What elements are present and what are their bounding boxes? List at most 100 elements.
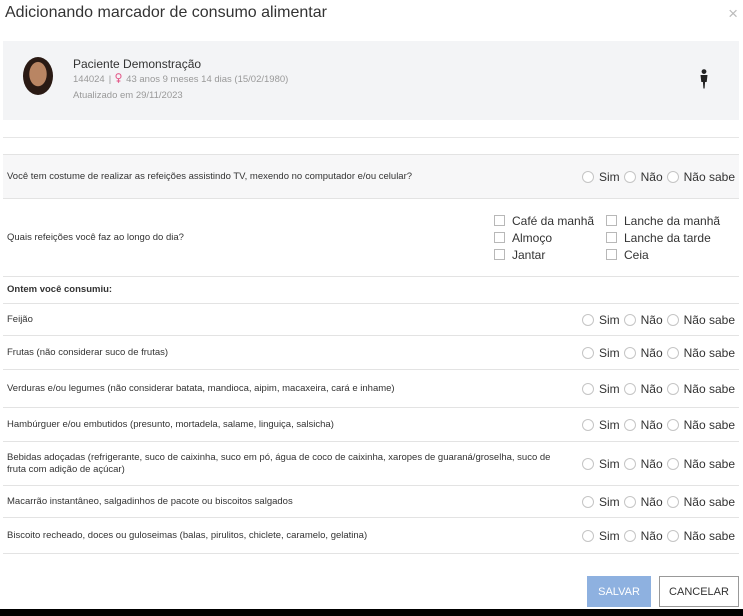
radio-option[interactable]: Sim — [581, 417, 620, 432]
radio-label: Não sabe — [683, 494, 735, 509]
radio-option[interactable]: Não — [623, 494, 663, 509]
radio-circle[interactable] — [666, 382, 679, 395]
radio-label: Sim — [598, 528, 620, 543]
meal-checkbox[interactable]: Almoço — [494, 231, 606, 245]
radio-circle[interactable] — [581, 382, 594, 395]
radio-option[interactable]: Não sabe — [666, 382, 735, 396]
question-text: Bebidas adoçadas (refrigerante, suco de … — [7, 451, 551, 475]
radio-circle[interactable] — [666, 170, 679, 183]
radio-circle[interactable] — [623, 346, 636, 359]
radio-option[interactable]: Não sabe — [666, 346, 735, 360]
radio-circle[interactable] — [623, 313, 636, 326]
modal-dialog: Adicionando marcador de consumo alimenta… — [0, 0, 743, 609]
radio-circle[interactable] — [623, 382, 636, 395]
radio-option[interactable]: Sim — [581, 457, 620, 471]
radio-circle[interactable] — [666, 529, 679, 542]
radio-label: Sim — [598, 417, 620, 432]
radio-circle[interactable] — [581, 313, 594, 326]
radio-circle[interactable] — [581, 346, 594, 359]
questionnaire: Você tem costume de realizar as refeiçõe… — [3, 154, 739, 554]
radio-circle[interactable] — [581, 418, 594, 431]
checkbox-label: Café da manhã — [512, 213, 595, 228]
radio-label: Sim — [598, 494, 620, 509]
radio-circle[interactable] — [623, 418, 636, 431]
question-row: Frutas (não considerar suco de frutas) Si… — [3, 336, 739, 370]
answer-radio-group: Sim Não Não sabe — [578, 418, 739, 432]
radio-option[interactable]: Sim — [581, 381, 620, 396]
radio-circle[interactable] — [581, 457, 594, 470]
patient-card: Paciente Demonstração 144024 | 43 anos 9… — [3, 41, 739, 120]
answer-radio-group: Sim Não Não sabe — [578, 529, 739, 543]
radio-label: Não — [640, 345, 663, 360]
radio-circle[interactable] — [666, 313, 679, 326]
radio-label: Não — [640, 528, 663, 543]
meal-checkbox[interactable]: Jantar — [494, 248, 606, 262]
divider — [3, 137, 739, 138]
radio-circle[interactable] — [666, 495, 679, 508]
radio-option[interactable]: Não sabe — [666, 494, 735, 509]
radio-circle[interactable] — [581, 170, 594, 183]
question-text: Quais refeições você faz ao longo do dia… — [7, 231, 184, 243]
question-row: Biscoito recheado, doces ou guloseimas (… — [3, 518, 739, 554]
radio-label: Não sabe — [683, 528, 735, 543]
radio-label: Não sabe — [683, 417, 735, 432]
radio-label: Não — [640, 494, 663, 509]
checkbox[interactable] — [494, 215, 505, 226]
checkbox[interactable] — [494, 232, 505, 243]
radio-circle[interactable] — [623, 495, 636, 508]
question-text: Você tem costume de realizar as refeiçõe… — [7, 170, 413, 182]
radio-option[interactable]: Sim — [581, 170, 620, 184]
radio-option[interactable]: Não sabe — [666, 417, 735, 432]
checkbox[interactable] — [606, 232, 617, 243]
radio-option[interactable]: Sim — [581, 528, 620, 543]
question-row: Você tem costume de realizar as refeiçõe… — [3, 155, 739, 199]
radio-circle[interactable] — [581, 529, 594, 542]
meal-checkbox[interactable]: Lanche da manhã — [606, 214, 731, 228]
question-text: Hambúrguer e/ou embutidos (presunto, mor… — [7, 418, 334, 430]
checkbox[interactable] — [606, 249, 617, 260]
meal-checkbox[interactable]: Café da manhã — [494, 214, 606, 228]
radio-circle[interactable] — [581, 495, 594, 508]
patient-id: 144024 — [73, 74, 105, 85]
radio-label: Não sabe — [683, 169, 735, 184]
close-icon[interactable]: × — [728, 5, 738, 22]
radio-option[interactable]: Não — [623, 418, 663, 432]
meal-checkbox[interactable]: Ceia — [606, 248, 731, 262]
radio-label: Não sabe — [683, 456, 735, 471]
section-header: Ontem você consumiu: — [3, 277, 739, 304]
radio-circle[interactable] — [623, 529, 636, 542]
radio-option[interactable]: Sim — [581, 313, 620, 327]
radio-option[interactable]: Não — [623, 170, 663, 184]
radio-option[interactable]: Não sabe — [666, 456, 735, 471]
radio-circle[interactable] — [666, 457, 679, 470]
checkbox[interactable] — [494, 249, 505, 260]
radio-option[interactable]: Não — [623, 382, 663, 396]
radio-circle[interactable] — [666, 346, 679, 359]
answer-radio-group: Sim Não Não sabe — [578, 346, 739, 360]
radio-label: Sim — [598, 381, 620, 396]
radio-circle[interactable] — [623, 457, 636, 470]
save-button[interactable]: SALVAR — [587, 576, 651, 607]
radio-option[interactable]: Não sabe — [666, 169, 735, 184]
radio-circle[interactable] — [666, 418, 679, 431]
radio-option[interactable]: Sim — [581, 346, 620, 360]
cancel-button[interactable]: CANCELAR — [659, 576, 739, 607]
patient-updated: Atualizado em 29/11/2023 — [73, 90, 183, 101]
question-text: Feijão — [7, 313, 33, 325]
radio-label: Não sabe — [683, 312, 735, 327]
answer-radio-group: Sim Não Não sabe — [578, 457, 739, 471]
radio-option[interactable]: Sim — [581, 494, 620, 509]
radio-option[interactable]: Não — [623, 457, 663, 471]
radio-label: Não — [640, 312, 663, 327]
radio-option[interactable]: Não — [623, 312, 663, 327]
checkbox[interactable] — [606, 215, 617, 226]
meal-checkbox[interactable]: Lanche da tarde — [606, 231, 731, 245]
radio-option[interactable]: Não sabe — [666, 528, 735, 543]
person-icon — [699, 69, 709, 89]
radio-option[interactable]: Não — [623, 345, 663, 360]
info-separator: | — [108, 74, 112, 85]
radio-circle[interactable] — [623, 170, 636, 183]
checkbox-label: Lanche da tarde — [624, 230, 711, 245]
radio-option[interactable]: Não sabe — [666, 312, 735, 327]
radio-option[interactable]: Não — [623, 528, 663, 543]
